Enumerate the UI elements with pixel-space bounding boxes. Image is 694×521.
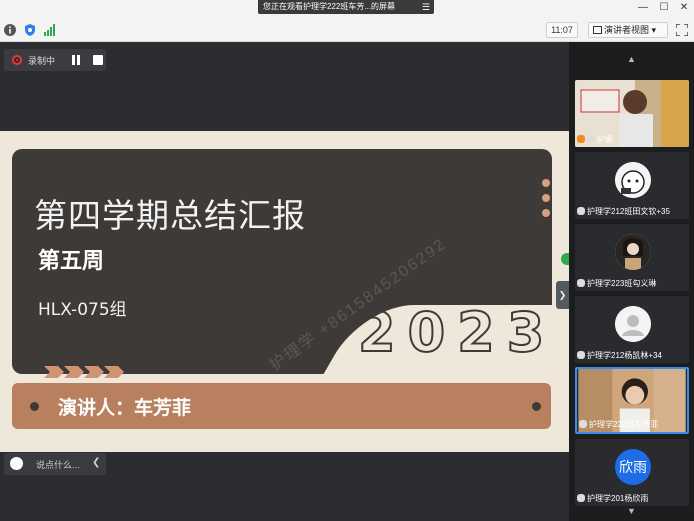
top-bar: 您正在观看护理学222班车芳...的屏幕 ☰ — ☐ ✕ 11:07 演讲者视图… — [0, 0, 694, 42]
default-avatar-icon — [615, 306, 651, 342]
mic-muted-icon — [577, 279, 585, 287]
mic-muted-icon — [577, 494, 585, 502]
participant-tile-active[interactable]: 护理学222班车芳菲 — [575, 367, 689, 434]
close-icon[interactable]: ✕ — [677, 2, 691, 13]
slide-group: HLX-075组 — [38, 300, 127, 320]
meeting-window: 您正在观看护理学222班车芳...的屏幕 ☰ — ☐ ✕ 11:07 演讲者视图… — [0, 0, 694, 521]
slide-year: 2023 — [357, 300, 557, 365]
avatar — [615, 234, 651, 270]
minimize-icon[interactable]: — — [636, 2, 650, 13]
stop-icon[interactable] — [93, 55, 103, 65]
person-icon — [577, 135, 585, 143]
fullscreen-icon[interactable] — [676, 24, 688, 36]
maximize-icon[interactable]: ☐ — [657, 2, 671, 13]
mic-muted-icon — [577, 207, 585, 215]
chevron-arrows-decoration — [44, 366, 124, 378]
share-banner-text: 您正在观看护理学222班车芳...的屏幕 — [263, 2, 396, 11]
participants-panel: ▲ 护娜 护理学212班田文钦+35 护理学223班勾义琳 护理学212杨凯林+… — [569, 42, 694, 521]
chevron-left-icon[interactable]: ❮ — [92, 457, 100, 468]
info-icon[interactable] — [4, 24, 16, 36]
record-icon — [12, 55, 22, 65]
scroll-down-icon[interactable]: ▼ — [569, 504, 694, 518]
screen-share-banner[interactable]: 您正在观看护理学222班车芳...的屏幕 ☰ — [258, 0, 434, 14]
view-mode-label: 演讲者视图 ▾ — [604, 25, 657, 35]
menu-icon[interactable]: ☰ — [422, 0, 430, 14]
speaker-bar: 演讲人：车芳菲 — [12, 383, 551, 429]
signal-icon[interactable] — [44, 24, 56, 36]
participant-tile[interactable]: 护理学223班勾义琳 — [575, 224, 689, 291]
recording-control: 录制中 — [4, 49, 106, 71]
chat-placeholder[interactable]: 说点什么... — [36, 458, 80, 471]
participant-tile[interactable]: 护娜 — [575, 80, 689, 147]
mic-muted-icon — [577, 351, 585, 359]
participant-tile[interactable]: 护理学212杨凯林+34 — [575, 296, 689, 363]
participant-tile[interactable]: 欣雨 护理学201杨欣雨 — [575, 439, 689, 506]
participant-name: 护理学212杨凯林+34 — [587, 351, 662, 360]
shield-icon[interactable] — [24, 24, 36, 36]
participant-tile[interactable]: 护理学212班田文钦+35 — [575, 152, 689, 219]
avatar: 欣雨 — [615, 449, 651, 485]
presenter-view-icon — [593, 26, 602, 34]
slide-title: 第四学期总结汇报 — [34, 196, 306, 235]
participant-name: 护理学222班车芳菲 — [589, 420, 659, 429]
recording-label: 录制中 — [28, 56, 56, 66]
view-mode-dropdown[interactable]: 演讲者视图 ▾ — [588, 22, 668, 38]
avatar — [615, 162, 651, 198]
chat-input-bar[interactable]: 说点什么... ❮ — [4, 453, 106, 475]
meeting-clock: 11:07 — [546, 22, 578, 38]
expand-panel-button[interactable]: ❯ — [556, 281, 569, 309]
decorative-dots — [542, 179, 552, 224]
participant-name: 护理学201杨欣雨 — [587, 494, 649, 503]
participant-name: 护理学223班勾义琳 — [587, 279, 657, 288]
scroll-up-icon[interactable]: ▲ — [569, 52, 694, 66]
slide-week: 第五周 — [38, 249, 105, 274]
participant-name: 护娜 — [597, 135, 613, 144]
emoji-icon[interactable] — [10, 457, 23, 470]
mic-icon — [579, 420, 587, 428]
status-indicator — [561, 253, 569, 265]
shared-screen-stage: 录制中 第四学期总结汇报 第五周 HLX-075组 2023 护理学 +8615… — [0, 42, 569, 521]
pause-icon[interactable] — [70, 54, 82, 66]
mic-icon — [587, 135, 595, 143]
presentation-slide: 第四学期总结汇报 第五周 HLX-075组 2023 护理学 +86158452… — [0, 131, 569, 452]
participant-name: 护理学212班田文钦+35 — [587, 207, 670, 216]
slide-speaker: 演讲人：车芳菲 — [58, 397, 192, 419]
